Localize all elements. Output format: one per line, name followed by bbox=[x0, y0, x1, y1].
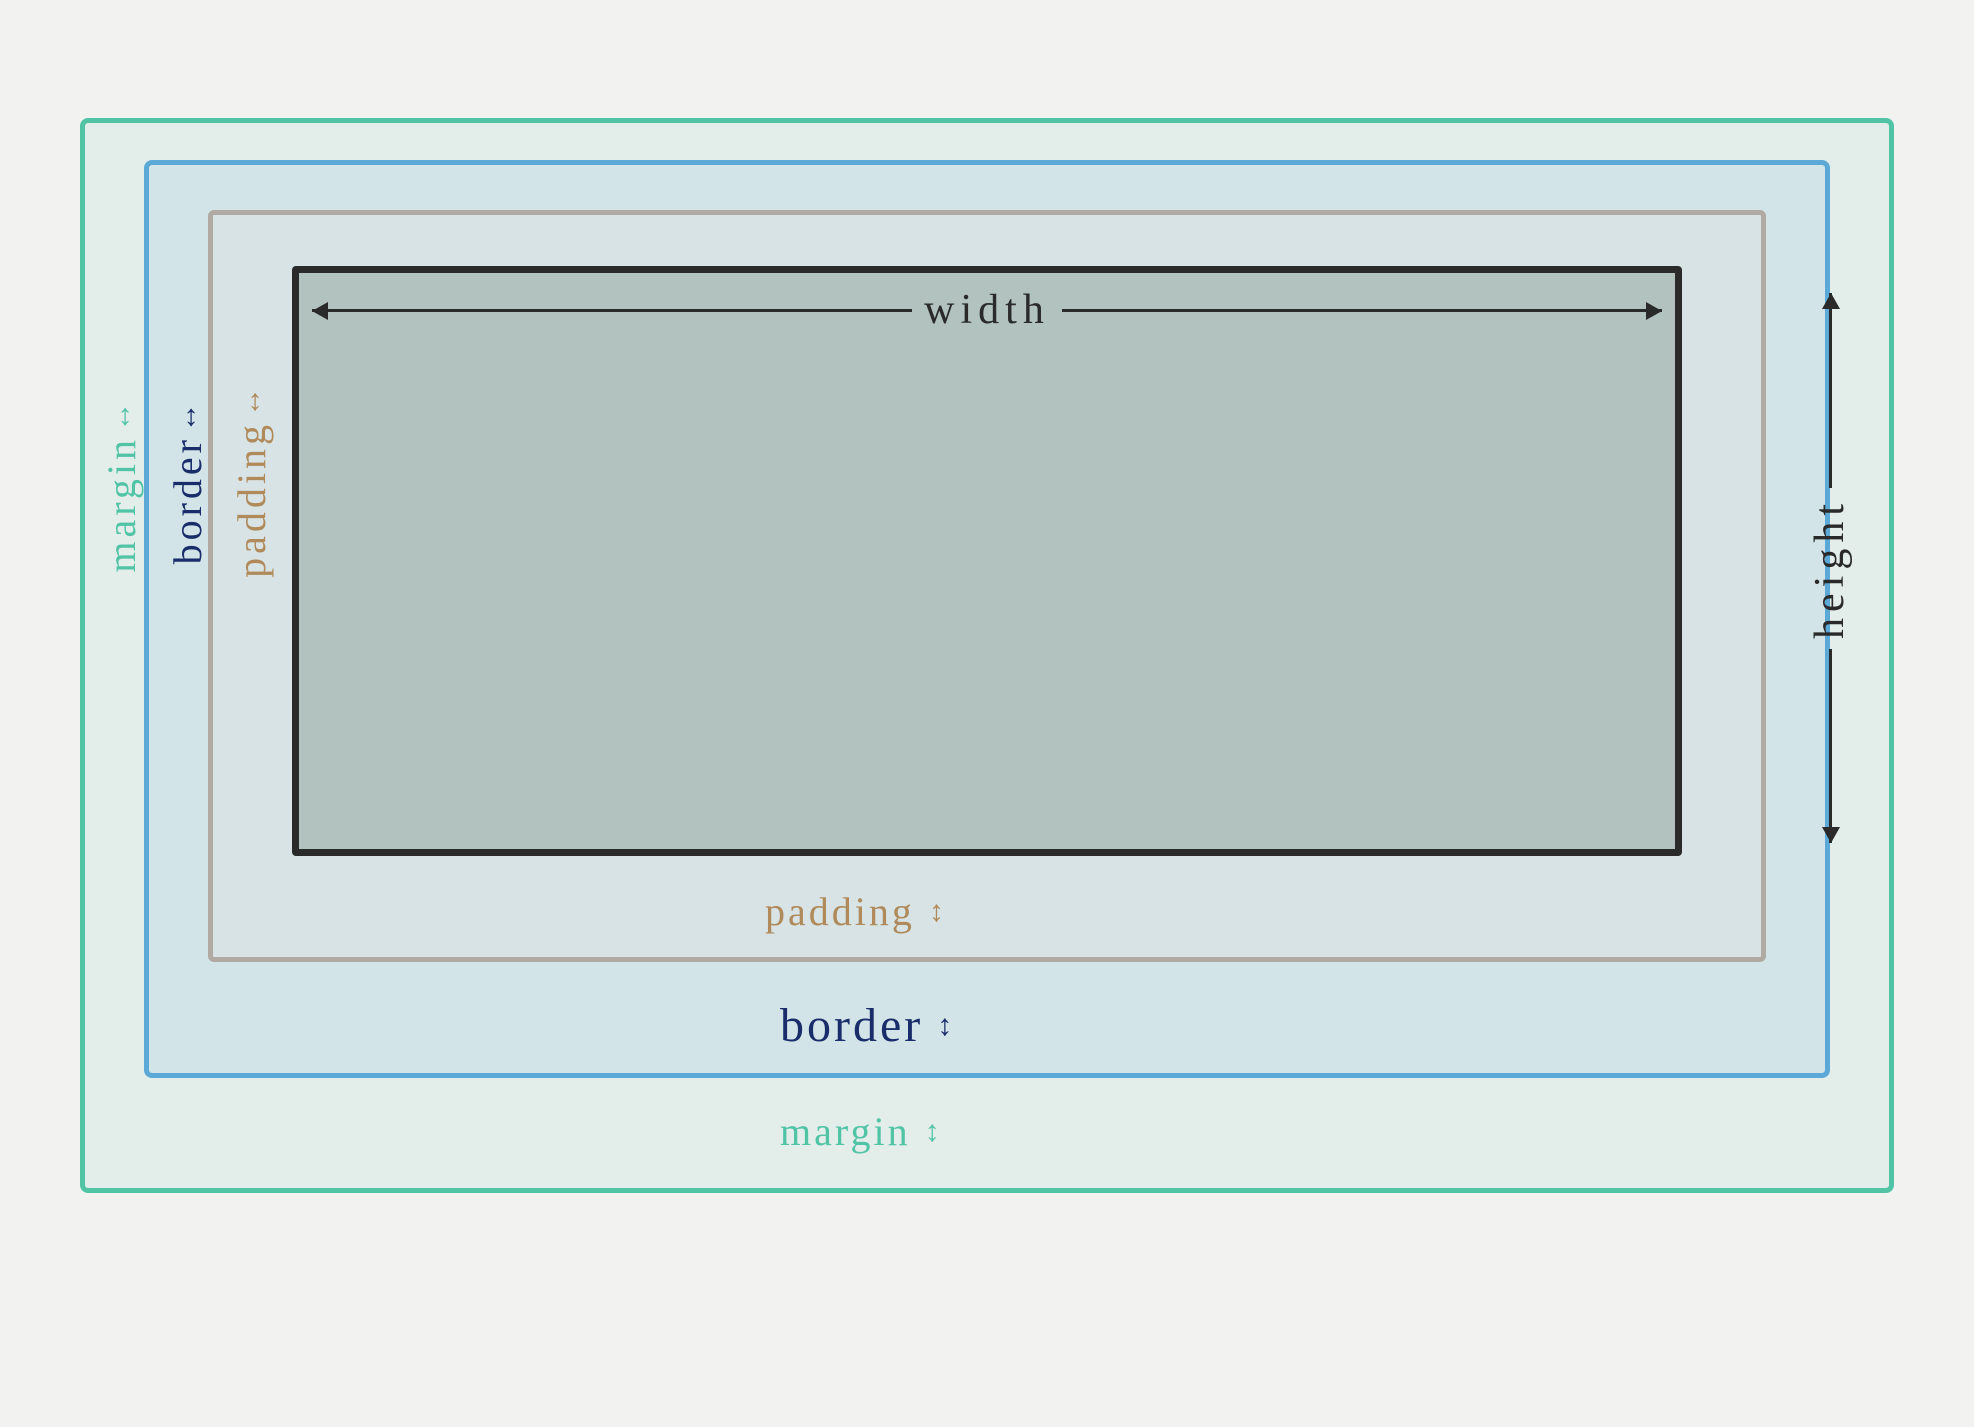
box-model-diagram: margin ↔ border ↔ padding ↔ padding ↕ bo… bbox=[80, 118, 1894, 1193]
border-label-text: border bbox=[780, 998, 923, 1053]
height-label: height bbox=[1806, 293, 1854, 843]
border-label-bottom: border ↕ bbox=[780, 998, 955, 1053]
arrow-line-icon bbox=[1062, 309, 1662, 312]
arrow-line-icon bbox=[1829, 649, 1832, 844]
double-arrow-icon: ↔ bbox=[171, 398, 205, 432]
double-arrow-icon: ↕ bbox=[925, 1115, 943, 1149]
double-arrow-icon: ↔ bbox=[235, 383, 269, 417]
margin-label-bottom: margin ↕ bbox=[780, 1108, 943, 1155]
margin-label-left: margin ↔ bbox=[98, 398, 145, 573]
arrow-line-icon bbox=[312, 309, 912, 312]
double-arrow-icon: ↔ bbox=[105, 398, 139, 432]
border-label-text: border bbox=[164, 436, 211, 564]
arrow-line-icon bbox=[1829, 293, 1832, 488]
height-label-text: height bbox=[1806, 488, 1854, 649]
double-arrow-icon: ↕ bbox=[937, 1009, 955, 1043]
width-label: width bbox=[312, 286, 1662, 334]
double-arrow-icon: ↕ bbox=[929, 895, 947, 929]
padding-label-text: padding bbox=[765, 888, 915, 935]
padding-label-left: padding ↔ bbox=[228, 383, 275, 578]
border-label-left: border ↔ bbox=[164, 398, 211, 564]
padding-label-text: padding bbox=[228, 421, 275, 578]
padding-label-bottom: padding ↕ bbox=[765, 888, 947, 935]
content-box bbox=[292, 266, 1682, 856]
margin-label-text: margin bbox=[98, 436, 145, 573]
width-label-text: width bbox=[912, 286, 1062, 334]
margin-label-text: margin bbox=[780, 1108, 911, 1155]
